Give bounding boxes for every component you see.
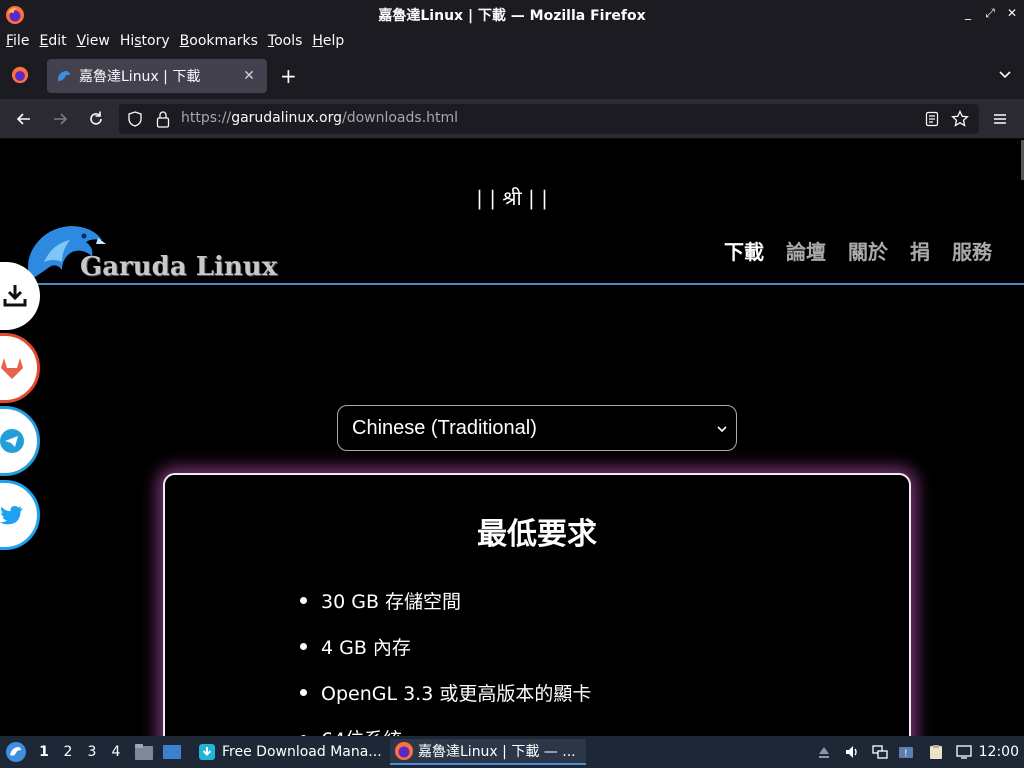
tab-strip: 嘉魯達Linux | 下載 ✕ + (0, 52, 1024, 99)
taskbar: 1 2 3 4 Free Download Mana... 嘉魯達Linux |… (0, 736, 1024, 768)
volume-icon[interactable] (844, 744, 860, 760)
twitter-icon (0, 506, 23, 525)
menu-view[interactable]: View (77, 33, 110, 49)
nav-about[interactable]: 關於 (848, 236, 888, 265)
menu-help[interactable]: Help (312, 33, 344, 49)
nav-downloads[interactable]: 下載 (724, 236, 764, 265)
nav-services[interactable]: 服務 (952, 236, 992, 265)
tab-title: 嘉魯達Linux | 下載 (79, 69, 201, 85)
telegram-side-button[interactable] (0, 406, 40, 476)
window-titlebar: 嘉魯達Linux | 下載 — Mozilla Firefox _ ⤢ ✕ (0, 0, 1024, 30)
back-icon[interactable] (14, 109, 34, 129)
twitter-side-button[interactable] (0, 480, 40, 550)
firefox-icon (395, 742, 413, 760)
eject-icon[interactable] (816, 744, 832, 760)
language-select-value: Chinese (Traditional) (352, 416, 537, 439)
firefox-icon (6, 6, 24, 24)
update-notifier-icon[interactable]: ! (898, 744, 914, 760)
menu-edit[interactable]: Edit (39, 33, 66, 49)
workspace-3[interactable]: 3 (80, 744, 104, 760)
url-text[interactable]: https://garudalinux.org/downloads.html (181, 110, 458, 126)
new-tab-button[interactable]: + (280, 64, 297, 88)
gitlab-side-button[interactable] (0, 333, 40, 403)
menu-history[interactable]: History (120, 33, 170, 49)
task-label: 嘉魯達Linux | 下載 — ... (418, 744, 576, 760)
hamburger-menu-icon[interactable] (990, 109, 1010, 129)
telegram-icon (0, 429, 24, 453)
clock[interactable]: 12:00 (979, 744, 1019, 760)
chevron-down-icon[interactable] (998, 68, 1012, 82)
page-content: | | श्री | | Garuda Linux 下載 論壇 關於 捐 服務 (0, 140, 1024, 736)
gitlab-icon (1, 358, 23, 379)
logo-text: Garuda Linux (80, 252, 278, 282)
page-header-shri: | | श्री | | (476, 186, 548, 210)
minimize-button[interactable]: _ (960, 6, 976, 20)
task-free-download-manager[interactable]: Free Download Mana... (194, 739, 384, 765)
nav-forum[interactable]: 論壇 (786, 236, 826, 265)
chevron-down-icon (717, 426, 727, 433)
menu-file[interactable]: File (6, 33, 29, 49)
tab-close-icon[interactable]: ✕ (239, 68, 259, 84)
menu-tools[interactable]: Tools (268, 33, 303, 49)
maximize-button[interactable]: ⤢ (982, 6, 998, 21)
download-icon (3, 285, 27, 307)
header-divider (0, 283, 1024, 285)
url-bar[interactable]: https://garudalinux.org/downloads.html (119, 104, 979, 134)
menu-bar: File Edit View History Bookmarks Tools H… (0, 30, 1024, 52)
tab-active[interactable]: 嘉魯達Linux | 下載 ✕ (47, 59, 267, 93)
close-window-button[interactable]: ✕ (1004, 6, 1020, 20)
bookmark-star-icon[interactable] (951, 110, 969, 128)
workspace-2[interactable]: 2 (56, 744, 80, 760)
svg-text:!: ! (904, 749, 908, 759)
list-item: 4 GB 內存 (300, 633, 591, 660)
site-nav: 下載 論壇 關於 捐 服務 (702, 236, 992, 265)
requirements-title: 最低要求 (477, 517, 597, 552)
list-item: 64位系統 (300, 725, 591, 736)
requirements-card: 最低要求 30 GB 存儲空間 4 GB 內存 OpenGL 3.3 或更高版本… (163, 473, 911, 736)
navigation-toolbar: https://garudalinux.org/downloads.html (0, 99, 1024, 139)
workspace-4[interactable]: 4 (104, 744, 128, 760)
firefox-view-icon[interactable] (11, 66, 29, 84)
clipboard-icon[interactable] (928, 744, 944, 760)
fdm-app-icon (199, 744, 215, 760)
window-title: 嘉魯達Linux | 下載 — Mozilla Firefox (378, 8, 646, 24)
list-item: OpenGL 3.3 或更高版本的顯卡 (300, 679, 591, 706)
task-firefox[interactable]: 嘉魯達Linux | 下載 — ... (390, 739, 586, 765)
forward-icon[interactable] (50, 109, 70, 129)
list-item: 30 GB 存儲空間 (300, 587, 591, 614)
file-manager-icon[interactable] (134, 743, 154, 761)
display-icon[interactable] (956, 744, 972, 760)
requirements-list: 30 GB 存儲空間 4 GB 內存 OpenGL 3.3 或更高版本的顯卡 6… (300, 587, 591, 736)
app-menu-icon[interactable] (5, 741, 27, 763)
show-desktop-icon[interactable] (162, 743, 182, 761)
workspace-1[interactable]: 1 (32, 744, 56, 760)
reader-view-icon[interactable] (925, 111, 939, 127)
language-select[interactable]: Chinese (Traditional) (337, 405, 737, 451)
task-label: Free Download Mana... (222, 744, 382, 760)
garuda-favicon-icon (58, 71, 70, 81)
garuda-logo[interactable]: Garuda Linux (0, 220, 300, 284)
nav-donate[interactable]: 捐 (910, 236, 930, 265)
lock-icon[interactable] (155, 110, 171, 128)
shield-icon[interactable] (127, 111, 143, 127)
network-icon[interactable] (872, 744, 888, 760)
reload-icon[interactable] (86, 109, 106, 129)
menu-bookmarks[interactable]: Bookmarks (180, 33, 258, 49)
